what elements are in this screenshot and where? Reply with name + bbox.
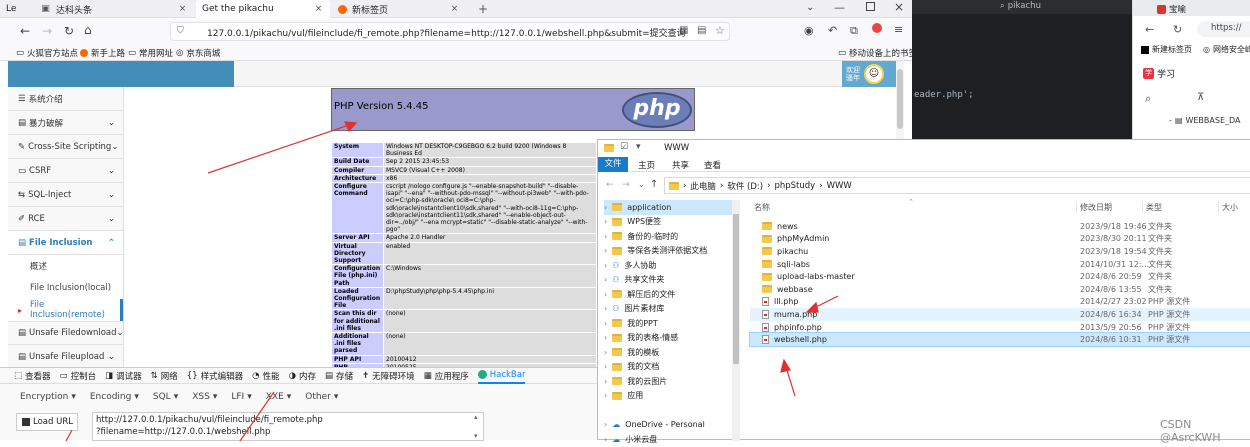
- home-icon[interactable]: ⌂: [84, 23, 92, 37]
- firefox-icon: [80, 49, 88, 57]
- bookmark-firefox[interactable]: ▭ 火狐官方站点: [16, 47, 78, 59]
- history-icon[interactable]: ↶: [828, 24, 837, 37]
- folder-icon: ▭: [16, 48, 25, 58]
- explorer-window: ☑ ▾ WWW 文件 主页 共享 查看 ← → ⌄ ↑ › 此电脑 › 软件 (D…: [597, 139, 1250, 444]
- folder-icon: ▭: [838, 48, 847, 58]
- right-tab[interactable]: 宝喻: [1157, 3, 1186, 15]
- arrow-to-hackbar-url: [239, 391, 275, 441]
- url-bar[interactable]: ⛉ 127.0.0.1/pikachu/vul/fileinclude/fi_r…: [170, 22, 730, 41]
- minimize-icon[interactable]: —: [834, 1, 845, 14]
- tab-list-icon[interactable]: ⌄: [806, 2, 814, 13]
- tab-icon: [1157, 4, 1166, 14]
- right-tree-item[interactable]: - ▤ WEBBASE_DA: [1169, 116, 1241, 125]
- bookmark-mobile[interactable]: ▭ 移动设备上的书签: [838, 47, 917, 59]
- close-icon[interactable]: ×: [313, 4, 324, 15]
- right-url[interactable]: https://: [1197, 21, 1250, 37]
- bookmark-icon: [1141, 45, 1149, 54]
- extensions-icon[interactable]: ⧉: [850, 24, 858, 38]
- nav-bar: ← → ↻ ⌂ ⛉ 127.0.0.1/pikachu/vul/fileincl…: [0, 19, 912, 44]
- arrow-to-muma: [805, 295, 839, 313]
- close-icon[interactable]: ×: [449, 4, 460, 15]
- search-icon: ⌕: [1000, 1, 1005, 11]
- star-icon[interactable]: ☆: [715, 24, 725, 37]
- new-tab-button[interactable]: +: [472, 0, 494, 18]
- reload-icon[interactable]: ↻: [1173, 23, 1182, 36]
- globe-icon: ◎: [1203, 45, 1210, 54]
- devtools: ⬚ 查看器 ▭ 控制台 ◨ 调试器 ⇅ 网络 {} 样式编辑器 ◔ 性能 ◑ 内存 ▤ 存储 ✝…: [0, 367, 597, 441]
- tab-le[interactable]: Le: [0, 0, 26, 18]
- arrow-to-version: [207, 121, 358, 174]
- firefox-icon: [338, 4, 347, 14]
- back-icon[interactable]: ←: [20, 24, 30, 38]
- forward-icon[interactable]: →: [42, 24, 52, 38]
- search-icon[interactable]: ⌕: [1145, 92, 1151, 106]
- close-window-icon[interactable]: ×: [894, 0, 904, 14]
- arrow-to-webshell: [780, 358, 796, 397]
- app-icon: ▣: [41, 3, 50, 14]
- devtools-arrows: [65, 391, 275, 441]
- right-bookmark-2[interactable]: ◎ 网络安全峰: [1203, 44, 1250, 55]
- back-icon[interactable]: ←: [1145, 23, 1154, 36]
- bookmark-jd[interactable]: ◎ 京东商城: [176, 47, 220, 59]
- bookmark-common[interactable]: ▭ 常用网址: [128, 47, 173, 59]
- bookmarks-bar: ▭ 火狐官方站点 新手上路 ▭ 常用网址 ◎ 京东商城 ▭ 移动设备上的书签: [0, 44, 917, 61]
- watermark: CSDN @AsrcKWH: [1160, 418, 1221, 444]
- notification-icon[interactable]: [872, 23, 882, 33]
- shield-icon[interactable]: ⛉: [177, 26, 184, 36]
- pin-icon[interactable]: ⊼: [1197, 92, 1204, 103]
- tab-dake[interactable]: ▣ 达科头条 ×: [34, 0, 194, 18]
- maximize-icon[interactable]: [866, 2, 875, 11]
- tab-strip: Le ▣ 达科头条 × Get the pikachu × 新标签页 × + ⌄ — ×: [0, 0, 912, 18]
- close-icon[interactable]: ×: [177, 4, 188, 15]
- reload-icon[interactable]: ↻: [64, 24, 74, 38]
- explorer-arrows: [780, 295, 839, 397]
- menu-icon[interactable]: ≡: [894, 23, 903, 36]
- globe-icon: ◎: [176, 48, 184, 58]
- tab-newtab[interactable]: 新标签页 ×: [332, 0, 466, 18]
- app-logo-icon: 学: [1143, 68, 1154, 79]
- qr-icon[interactable]: ▦: [679, 25, 688, 36]
- url-text[interactable]: 127.0.0.1/pikachu/vul/fileinclude/fi_rem…: [207, 26, 686, 39]
- right-bookmark-1[interactable]: 新建标签页: [1141, 44, 1192, 55]
- bg-search[interactable]: ⌕ pikachu: [1000, 1, 1041, 11]
- account-icon[interactable]: ◉: [804, 24, 814, 37]
- tab-pikachu[interactable]: Get the pikachu ×: [196, 0, 330, 18]
- bookmark-getting-started[interactable]: 新手上路: [80, 47, 125, 59]
- folder-icon: ▭: [128, 48, 137, 58]
- bg-app-window: ⌕ pikachu eader.php';: [912, 0, 1132, 140]
- reader-icon[interactable]: ▤: [697, 25, 706, 36]
- doc-icon: ▤: [1174, 116, 1183, 125]
- bg-code-line: eader.php';: [914, 90, 974, 100]
- right-nav-title[interactable]: 学学习: [1143, 67, 1175, 80]
- arrow-bottom-left: [65, 429, 73, 441]
